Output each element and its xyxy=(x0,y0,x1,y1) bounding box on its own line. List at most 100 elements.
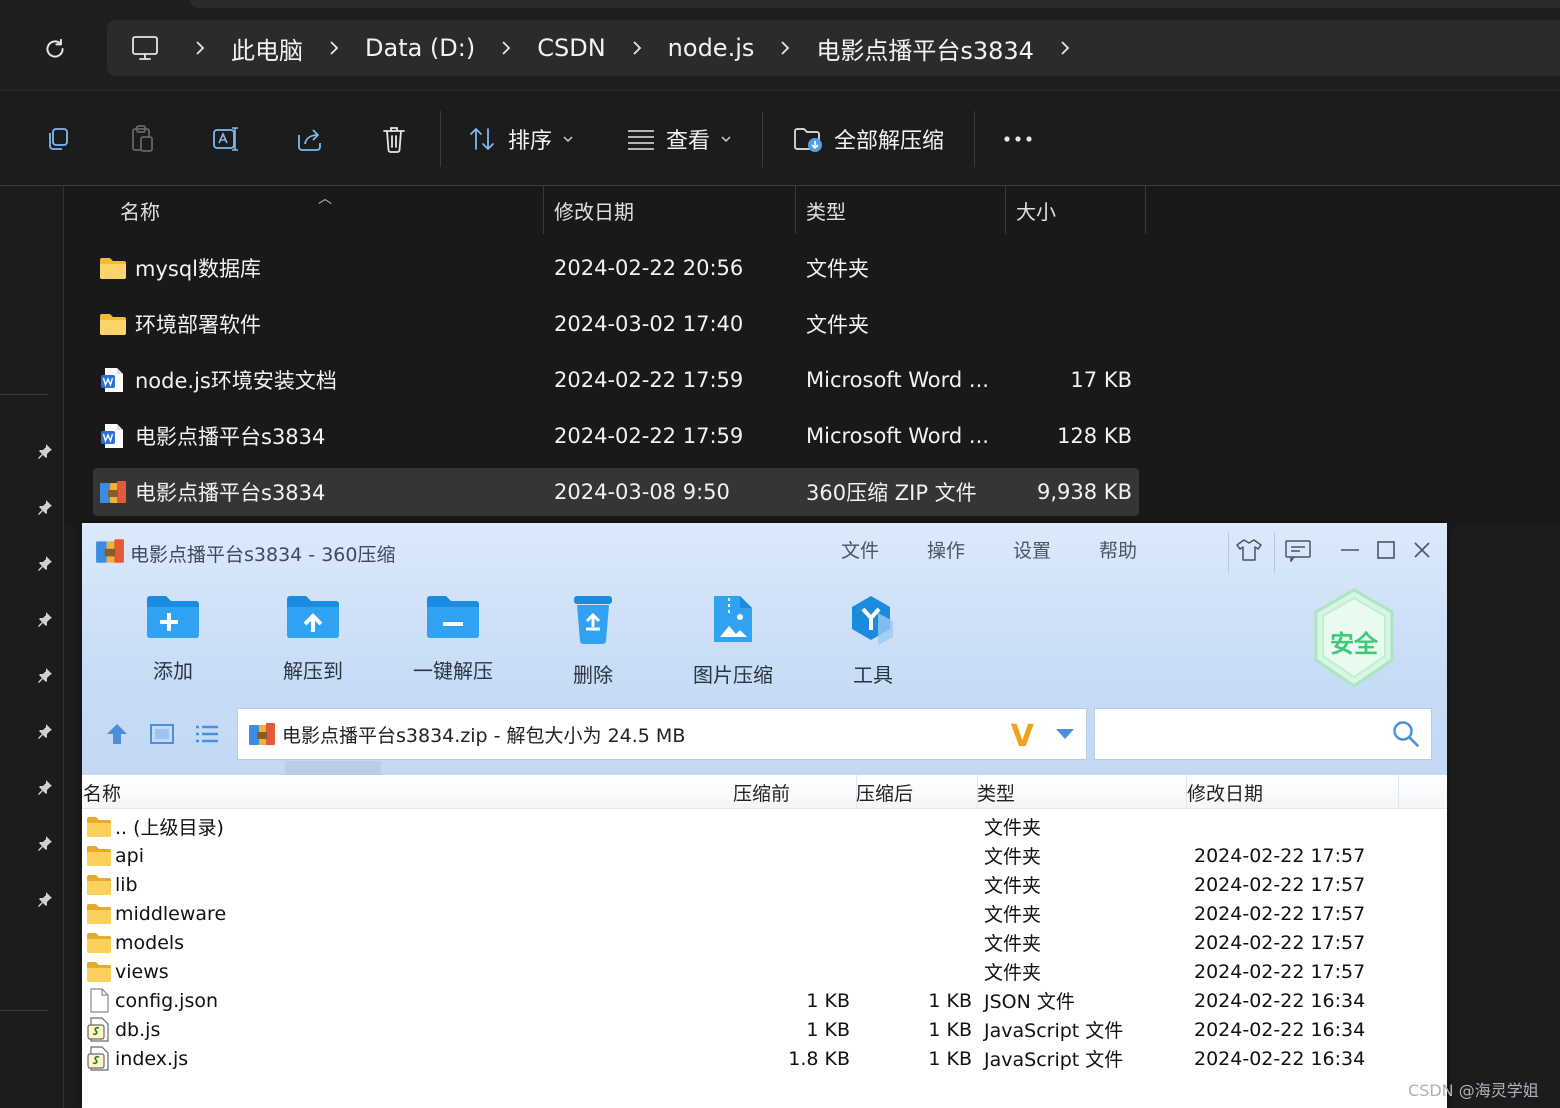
entry-modified: 2024-02-22 17:57 xyxy=(1194,931,1366,954)
one-click-extract-icon xyxy=(427,596,479,638)
copy-icon[interactable] xyxy=(38,119,78,159)
file-row[interactable]: 电影点播平台s3834 2024-02-22 17:59 Microsoft W… xyxy=(93,412,1139,460)
archive-row[interactable]: .. (上级目录) 文件夹 xyxy=(82,812,1447,841)
archive-row[interactable]: middleware 文件夹 2024-02-22 17:57 xyxy=(82,899,1447,928)
chevron-right-icon[interactable] xyxy=(489,20,523,76)
file-name: 电影点播平台s3834 xyxy=(135,481,326,505)
archive-row[interactable]: index.js 1.8 KB 1 KB JavaScript 文件 2024-… xyxy=(82,1044,1447,1073)
archive-search-input[interactable] xyxy=(1094,708,1432,760)
entry-size-before: 1 KB xyxy=(806,989,850,1012)
pin-icon[interactable] xyxy=(34,496,56,518)
breadcrumb-item-csdn[interactable]: CSDN xyxy=(523,34,619,62)
column-header-after[interactable]: 压缩后 xyxy=(856,775,913,809)
archive-row[interactable]: models 文件夹 2024-02-22 17:57 xyxy=(82,928,1447,957)
dropdown-arrow-icon[interactable] xyxy=(1056,729,1074,739)
file-size: 9,938 KB xyxy=(1037,480,1132,504)
column-header-type[interactable]: 类型 xyxy=(977,775,1015,809)
column-header-name[interactable]: 名称 xyxy=(83,775,121,809)
search-icon[interactable] xyxy=(1391,719,1421,749)
security-status-badge[interactable]: 安全 xyxy=(1312,588,1396,688)
entry-type: 文件夹 xyxy=(984,846,1042,868)
breadcrumb-item-this-pc[interactable]: 此电脑 xyxy=(217,31,317,66)
maximize-icon[interactable] xyxy=(1369,535,1403,565)
menu-file[interactable]: 文件 xyxy=(841,536,879,563)
pin-icon[interactable] xyxy=(34,888,56,910)
nav-divider xyxy=(0,394,48,395)
archive-row[interactable]: config.json 1 KB 1 KB JSON 文件 2024-02-22… xyxy=(82,986,1447,1015)
column-header-type[interactable]: 类型 xyxy=(796,186,1004,234)
paste-icon[interactable] xyxy=(122,119,162,159)
entry-size-after xyxy=(856,957,972,986)
go-up-arrow-icon[interactable] xyxy=(102,719,132,749)
chevron-right-icon[interactable] xyxy=(620,20,654,76)
add-button[interactable]: 添加 xyxy=(113,593,233,683)
image-compress-button[interactable]: 图片压缩 xyxy=(673,593,793,687)
chevron-right-icon[interactable] xyxy=(183,20,217,76)
file-row[interactable]: mysql数据库 2024-02-22 20:56 文件夹 xyxy=(93,244,1139,292)
column-divider[interactable] xyxy=(1398,775,1399,809)
pin-icon[interactable] xyxy=(34,608,56,630)
skin-shirt-icon[interactable] xyxy=(1232,535,1266,565)
rename-icon[interactable] xyxy=(206,119,246,159)
feedback-icon[interactable] xyxy=(1281,535,1315,565)
column-divider[interactable] xyxy=(1145,186,1146,234)
view-button[interactable]: 查看 xyxy=(626,119,732,159)
menu-help[interactable]: 帮助 xyxy=(1099,536,1137,563)
column-header-before[interactable]: 压缩前 xyxy=(733,775,790,809)
word-doc-icon xyxy=(101,424,123,448)
tools-hexagon-icon xyxy=(852,596,893,645)
tools-button[interactable]: 工具 xyxy=(813,593,933,687)
archive-row[interactable]: views 文件夹 2024-02-22 17:57 xyxy=(82,957,1447,986)
this-pc-icon[interactable] xyxy=(107,20,183,76)
column-header-modified[interactable]: 修改日期 xyxy=(1187,775,1263,809)
sort-button[interactable]: 排序 xyxy=(468,119,574,159)
archive-row[interactable]: db.js 1 KB 1 KB JavaScript 文件 2024-02-22… xyxy=(82,1015,1447,1044)
share-icon[interactable] xyxy=(290,119,330,159)
thumbnail-view-icon[interactable] xyxy=(147,719,177,749)
entry-type: JSON 文件 xyxy=(984,991,1075,1013)
refresh-icon[interactable] xyxy=(34,28,76,70)
breadcrumb-item-nodejs[interactable]: node.js xyxy=(654,34,769,62)
pin-icon[interactable] xyxy=(34,664,56,686)
one-click-extract-button[interactable]: 一键解压 xyxy=(393,593,513,683)
delete-button[interactable]: 删除 xyxy=(533,593,653,687)
entry-size-after: 1 KB xyxy=(928,1018,972,1041)
close-icon[interactable] xyxy=(1405,535,1439,565)
column-header-name[interactable]: 名称 xyxy=(110,186,542,234)
menu-operations[interactable]: 操作 xyxy=(927,536,965,563)
more-options-icon[interactable] xyxy=(998,119,1038,159)
delete-icon[interactable] xyxy=(374,119,414,159)
file-row[interactable]: 环境部署软件 2024-03-02 17:40 文件夹 xyxy=(93,300,1139,348)
file-list: ︿ 名称 修改日期 类型 大小 mysql数据库 2024-02-22 20:5… xyxy=(64,186,1560,526)
chevron-right-icon[interactable] xyxy=(768,20,802,76)
breadcrumb[interactable]: 此电脑 Data (D:) CSDN node.js 电影点播平台s3834 xyxy=(107,20,1560,76)
list-view-icon[interactable] xyxy=(192,719,222,749)
entry-modified: 2024-02-22 17:57 xyxy=(1194,873,1366,896)
tab-strip xyxy=(190,0,1560,8)
archive-path-bar[interactable]: 电影点播平台s3834.zip - 解包大小为 24.5 MB V xyxy=(237,708,1087,760)
file-row-selected[interactable]: 电影点播平台s3834 2024-03-08 9:50 360压缩 ZIP 文件… xyxy=(93,468,1139,516)
pin-icon[interactable] xyxy=(34,832,56,854)
chevron-right-icon[interactable] xyxy=(317,20,351,76)
menu-settings[interactable]: 设置 xyxy=(1013,536,1051,563)
pin-icon[interactable] xyxy=(34,720,56,742)
pin-icon[interactable] xyxy=(34,552,56,574)
entry-size-before xyxy=(732,870,850,899)
breadcrumb-item-current-folder[interactable]: 电影点播平台s3834 xyxy=(802,31,1048,66)
breadcrumb-item-drive[interactable]: Data (D:) xyxy=(351,34,489,62)
minimize-icon[interactable] xyxy=(1333,535,1367,565)
entry-size-before: 1 KB xyxy=(806,1018,850,1041)
column-header-modified[interactable]: 修改日期 xyxy=(544,186,794,234)
extract-to-button[interactable]: 解压到 xyxy=(253,593,373,683)
archive-row[interactable]: api 文件夹 2024-02-22 17:57 xyxy=(82,841,1447,870)
toolbar-divider xyxy=(762,111,763,167)
pin-icon[interactable] xyxy=(34,440,56,462)
archive-row[interactable]: lib 文件夹 2024-02-22 17:57 xyxy=(82,870,1447,899)
file-row[interactable]: node.js环境安装文档 2024-02-22 17:59 Microsoft… xyxy=(93,356,1139,404)
chevron-right-icon[interactable] xyxy=(1048,20,1082,76)
tools-label: 工具 xyxy=(853,663,893,687)
pin-icon[interactable] xyxy=(34,776,56,798)
entry-size-before xyxy=(732,812,850,841)
column-header-size[interactable]: 大小 xyxy=(1006,186,1144,234)
extract-all-button[interactable]: 全部解压缩 xyxy=(792,119,944,159)
